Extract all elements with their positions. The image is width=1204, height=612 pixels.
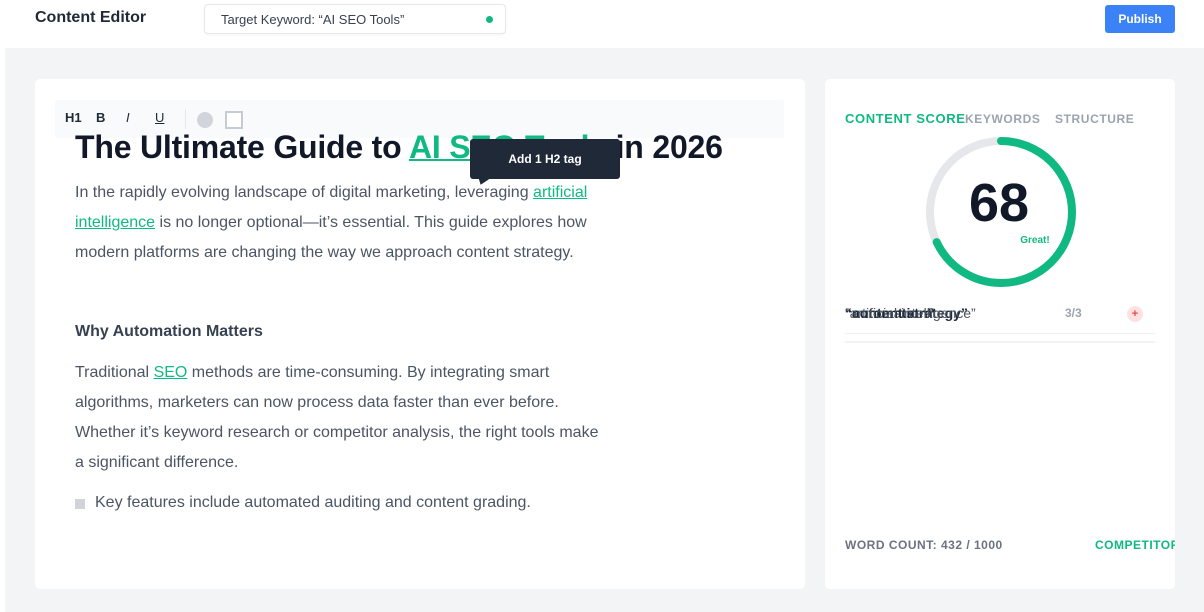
add-keyword-icon[interactable]: +: [1127, 306, 1143, 322]
top-bar: Content Editor Target Keyword: “AI SEO T…: [0, 0, 1204, 48]
score-panel: KEYWORDS STRUCTURE CONTENT SCORE 68 Grea…: [825, 79, 1175, 589]
underline-button[interactable]: U: [155, 110, 164, 125]
tab-keywords[interactable]: KEYWORDS: [965, 112, 1040, 126]
keyword-row: “content strategy” “automation” “artific…: [845, 305, 1155, 325]
intro-paragraph[interactable]: In the rapidly evolving landscape of dig…: [75, 178, 605, 268]
content-score-value: 68: [968, 173, 1030, 233]
target-keyword-text: Target Keyword: “AI SEO Tools”: [221, 12, 405, 27]
keyword-divider: [845, 333, 1155, 334]
editor-card: H1 B I U The Ultimate Guide to AI SEO To…: [35, 79, 805, 589]
toolbar-divider: [185, 109, 186, 129]
circle-icon[interactable]: [197, 112, 213, 128]
tab-structure[interactable]: STRUCTURE: [1055, 112, 1134, 126]
status-dot-icon: [486, 16, 493, 23]
seo-link[interactable]: SEO: [154, 364, 188, 381]
automation-text-before: Traditional: [75, 364, 154, 381]
competitors-count[interactable]: COMPETITORS: 14: [1095, 538, 1175, 552]
title-part-after: in 2026: [606, 129, 723, 165]
score-rating-label: Great!: [1020, 235, 1050, 246]
italic-button[interactable]: I: [126, 110, 130, 125]
app-title: Content Editor: [35, 9, 147, 26]
bullet-list-item[interactable]: Key features include automated auditing …: [95, 488, 531, 518]
section-heading[interactable]: Why Automation Matters: [75, 323, 263, 341]
title-part-before: The Ultimate Guide to: [75, 129, 409, 165]
target-keyword-field[interactable]: Target Keyword: “AI SEO Tools”: [204, 4, 506, 34]
keyword-progress-track: [845, 341, 1155, 343]
word-count: WORD COUNT: 432 / 1000: [845, 538, 1003, 552]
automation-paragraph[interactable]: Traditional SEO methods are time-consumi…: [75, 358, 605, 478]
keyword-term: “artificial intelligence”: [845, 305, 976, 321]
left-edge: [0, 48, 5, 612]
publish-button[interactable]: Publish: [1105, 5, 1175, 33]
document-title[interactable]: The Ultimate Guide to AI SEO Tools in 20…: [75, 129, 723, 166]
keyword-count: 3/3: [1065, 306, 1082, 320]
bullet-square-icon: [75, 499, 85, 509]
intro-text-before: In the rapidly evolving landscape of dig…: [75, 184, 534, 201]
heading1-button[interactable]: H1: [65, 110, 82, 125]
h2-suggestion-tooltip: Add 1 H2 tag: [470, 139, 620, 179]
bold-button[interactable]: B: [96, 110, 105, 125]
square-icon[interactable]: [225, 111, 243, 129]
tab-content-score[interactable]: CONTENT SCORE: [845, 111, 965, 126]
